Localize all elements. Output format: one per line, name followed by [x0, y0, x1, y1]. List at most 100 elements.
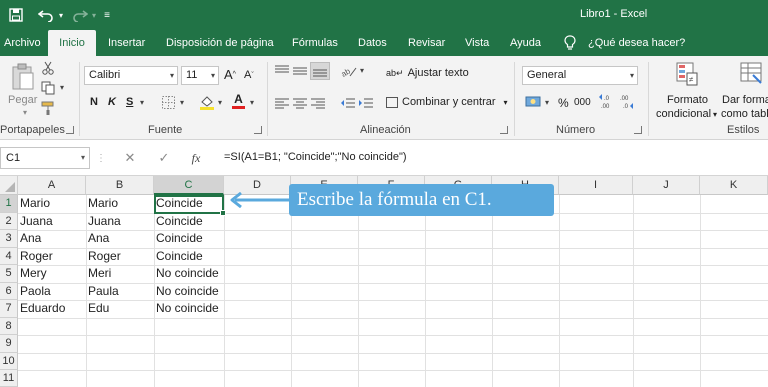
conditional-format-line1[interactable]: Formato — [667, 94, 708, 106]
cell-c4[interactable]: Coincide — [154, 248, 203, 265]
row-header[interactable]: 8 — [0, 317, 18, 335]
shrink-font-button[interactable]: Aˇ — [244, 69, 254, 81]
row-header[interactable]: 1 — [0, 195, 18, 213]
formula-input[interactable]: =SI(A1=B1; "Coincide";"No coincide") — [218, 147, 768, 169]
tab-vista[interactable]: Vista — [465, 30, 495, 56]
column-header-c[interactable]: C — [154, 176, 224, 195]
tab-insertar[interactable]: Insertar — [108, 30, 158, 56]
font-color-dropdown-icon[interactable]: ▾ — [248, 98, 256, 107]
tell-me-search[interactable]: ¿Qué desea hacer? — [588, 30, 688, 56]
cancel-icon[interactable]: ✕ — [122, 150, 138, 166]
fill-color-icon[interactable] — [198, 93, 216, 111]
grow-font-button[interactable]: A ^ — [224, 67, 236, 82]
conditional-format-button[interactable]: condicional ▾ — [656, 108, 717, 120]
select-all-corner[interactable] — [0, 176, 18, 195]
cell-b6[interactable]: Paula — [86, 283, 119, 300]
cell-c3[interactable]: Coincide — [154, 230, 203, 247]
row-header[interactable]: 7 — [0, 300, 18, 318]
font-color-button[interactable]: A — [232, 92, 245, 109]
undo-dropdown-icon[interactable]: ▾ — [57, 5, 65, 25]
row-header[interactable]: 5 — [0, 265, 18, 283]
align-right-icon[interactable] — [310, 96, 326, 110]
row-header[interactable]: 4 — [0, 247, 18, 265]
align-left-icon[interactable] — [274, 96, 290, 110]
increase-decimal-button[interactable]: .0.00 — [598, 93, 616, 109]
cell-a3[interactable]: Ana — [18, 230, 41, 247]
decrease-decimal-button[interactable]: .00.0 — [618, 93, 636, 109]
orientation-dropdown-icon[interactable]: ▾ — [358, 66, 366, 75]
number-format-select[interactable]: General ▾ — [522, 66, 638, 85]
cut-icon[interactable] — [40, 60, 56, 76]
tab-formulas[interactable]: Fórmulas — [292, 30, 342, 56]
customize-quick-access-icon[interactable]: ≡ — [102, 5, 112, 25]
bold-button[interactable]: N — [90, 96, 98, 108]
cell-b4[interactable]: Roger — [86, 248, 121, 265]
row-header[interactable]: 2 — [0, 212, 18, 230]
font-name-select[interactable]: Calibri ▾ — [84, 66, 178, 85]
cell-a2[interactable]: Juana — [18, 213, 53, 230]
lightbulb-icon[interactable] — [564, 30, 578, 56]
undo-icon[interactable] — [36, 5, 56, 25]
tab-disposicion[interactable]: Disposición de página — [166, 30, 276, 56]
redo-icon[interactable] — [70, 5, 90, 25]
underline-dropdown-icon[interactable]: ▾ — [138, 98, 146, 107]
align-bottom-icon[interactable] — [310, 62, 330, 80]
copy-icon[interactable] — [40, 80, 56, 96]
save-icon[interactable] — [8, 5, 24, 25]
cell-b7[interactable]: Edu — [86, 300, 109, 317]
format-as-table-icon[interactable] — [738, 60, 764, 88]
clipboard-launcher-icon[interactable] — [66, 126, 74, 134]
cell-b3[interactable]: Ana — [86, 230, 109, 247]
cell-c6[interactable]: No coincide — [154, 283, 219, 300]
row-header[interactable]: 3 — [0, 230, 18, 248]
row-header[interactable]: 6 — [0, 282, 18, 300]
borders-icon[interactable] — [160, 94, 176, 110]
borders-dropdown-icon[interactable]: ▾ — [178, 98, 186, 107]
paste-dropdown-icon[interactable]: ▾ — [20, 108, 30, 117]
redo-dropdown-icon[interactable]: ▾ — [90, 5, 98, 25]
alignment-launcher-icon[interactable] — [500, 126, 508, 134]
cell-c7[interactable]: No coincide — [154, 300, 219, 317]
cell-b5[interactable]: Meri — [86, 265, 111, 282]
cell-b2[interactable]: Juana — [86, 213, 121, 230]
paste-button[interactable]: Pegar — [8, 94, 37, 106]
wrap-text-button[interactable]: ab↵ Ajustar texto — [386, 67, 469, 79]
font-size-select[interactable]: 11 ▾ — [181, 66, 219, 85]
cell-a4[interactable]: Roger — [18, 248, 53, 265]
copy-dropdown-icon[interactable]: ▾ — [58, 83, 66, 92]
column-header-i[interactable]: I — [559, 176, 633, 195]
column-header-a[interactable]: A — [18, 176, 86, 195]
tab-inicio[interactable]: Inicio — [48, 30, 96, 56]
cell-c5[interactable]: No coincide — [154, 265, 219, 282]
decrease-indent-icon[interactable] — [340, 96, 356, 110]
accounting-dropdown-icon[interactable]: ▾ — [543, 98, 551, 107]
row-header[interactable]: 9 — [0, 335, 18, 353]
cell-c2[interactable]: Coincide — [154, 213, 203, 230]
cell-a1[interactable]: Mario — [18, 195, 50, 212]
align-top-icon[interactable] — [274, 64, 290, 78]
number-launcher-icon[interactable] — [634, 126, 642, 134]
format-as-table-line1[interactable]: Dar forma — [722, 94, 768, 106]
tab-archivo[interactable]: Archivo — [4, 30, 42, 56]
align-middle-icon[interactable] — [292, 64, 308, 78]
increase-indent-icon[interactable] — [358, 96, 374, 110]
tab-datos[interactable]: Datos — [358, 30, 392, 56]
enter-icon[interactable]: ✓ — [156, 150, 172, 166]
font-launcher-icon[interactable] — [254, 126, 262, 134]
italic-button[interactable]: K — [108, 96, 116, 108]
tab-ayuda[interactable]: Ayuda — [510, 30, 546, 56]
tab-revisar[interactable]: Revisar — [408, 30, 448, 56]
column-header-b[interactable]: B — [86, 176, 154, 195]
orientation-icon[interactable]: ab — [340, 64, 358, 78]
format-painter-icon[interactable] — [40, 100, 56, 116]
insert-function-icon[interactable]: fx — [188, 150, 204, 166]
cell-a6[interactable]: Paola — [18, 283, 51, 300]
cell-b1[interactable]: Mario — [86, 195, 118, 212]
cell-a5[interactable]: Mery — [18, 265, 47, 282]
align-center-icon[interactable] — [292, 96, 308, 110]
percent-button[interactable]: % — [558, 96, 569, 110]
fill-handle[interactable] — [220, 210, 226, 216]
name-box[interactable]: C1 ▾ — [0, 147, 90, 169]
accounting-format-icon[interactable] — [524, 94, 542, 110]
column-header-j[interactable]: J — [633, 176, 700, 195]
